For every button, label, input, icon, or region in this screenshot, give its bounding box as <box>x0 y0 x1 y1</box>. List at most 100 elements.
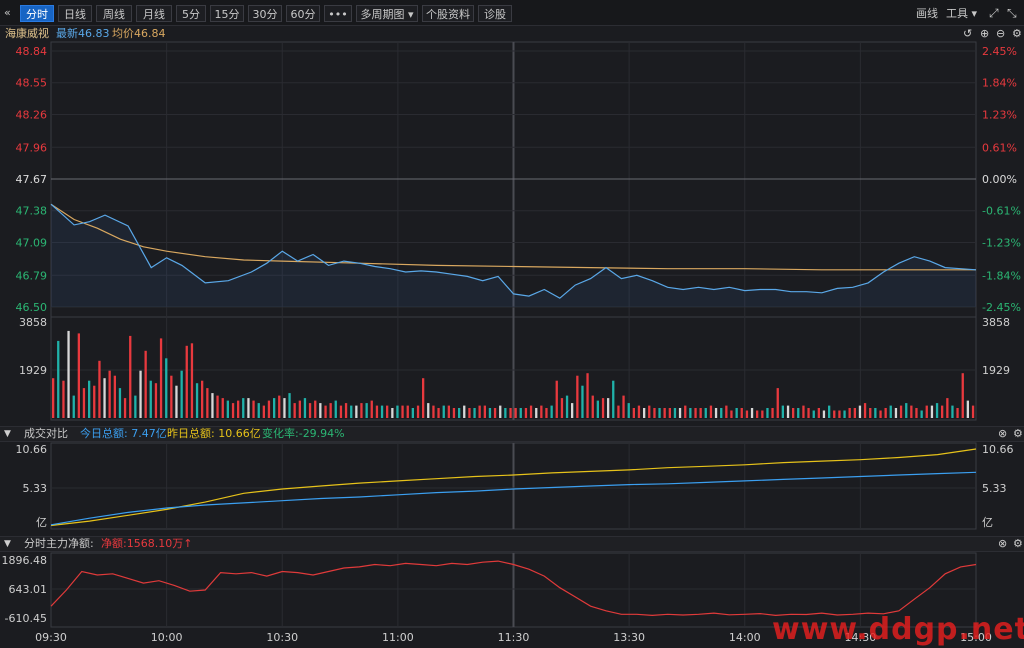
panel-settings-icon[interactable]: ⚙ <box>1013 537 1023 551</box>
tab-0[interactable]: 分时 <box>20 5 54 22</box>
collapse-panel-icon[interactable]: ▼ <box>4 427 11 441</box>
caret-down-icon: ▾ <box>971 7 978 20</box>
expand-icon[interactable]: ⤢ <box>989 5 999 22</box>
volume-bar <box>905 403 908 418</box>
today-total-value: 7.47亿 <box>131 427 167 440</box>
tab-2[interactable]: 周线 <box>96 5 132 22</box>
volume-bar <box>509 408 512 418</box>
collapse-panel-icon[interactable]: ▼ <box>4 537 11 551</box>
avg-price: 均价46.84 <box>112 26 166 42</box>
volume-bar <box>452 408 456 418</box>
volume-bar <box>190 343 194 418</box>
pane-frame <box>50 316 977 421</box>
volume-bar <box>401 405 404 418</box>
volume-bar <box>771 408 774 418</box>
volume-bar <box>869 408 872 418</box>
amount-tick-label: 亿 <box>36 516 47 529</box>
zoom-in-icon[interactable]: ⊕ <box>980 26 989 42</box>
tab-11[interactable]: 诊股 <box>478 5 512 22</box>
volume-bar <box>195 383 199 418</box>
volume-tick-label: 3858 <box>19 316 47 329</box>
volume-bar <box>159 338 163 418</box>
tab-4[interactable]: 5分 <box>176 5 206 22</box>
volume-bar <box>221 398 224 418</box>
tab-1[interactable]: 日线 <box>58 5 92 22</box>
pct-tick-label: 2.45% <box>982 45 1017 58</box>
volume-bar <box>745 410 749 418</box>
volume-bar <box>884 408 887 418</box>
volume-bar <box>863 403 867 418</box>
change-rate-value: -29.94% <box>298 427 345 440</box>
tab-6[interactable]: 30分 <box>248 5 282 22</box>
volume-bar <box>329 403 332 418</box>
volume-bar <box>257 403 260 418</box>
volume-bar <box>612 380 615 418</box>
quote-info-bar: 海康威视 最新46.83 均价46.84 ↺ ⊕ ⊖ ⚙ <box>0 26 1024 42</box>
volume-bar <box>437 408 440 418</box>
volume-bar <box>82 388 86 418</box>
tab-3[interactable]: 月线 <box>136 5 172 22</box>
volume-bar <box>386 405 389 418</box>
volume-bar <box>720 408 723 418</box>
volume-bar <box>668 408 671 418</box>
tab-7[interactable]: 60分 <box>286 5 320 22</box>
tab-9[interactable]: 多周期图 ▾ <box>356 5 418 22</box>
volume-bar <box>565 395 569 418</box>
close-panel-icon[interactable]: ⊗ <box>998 537 1007 551</box>
volume-bar <box>653 408 656 418</box>
volume-bar <box>817 408 820 418</box>
volume-bar <box>262 405 265 418</box>
volume-bar <box>776 388 779 418</box>
volume-bar <box>185 345 188 418</box>
volume-bar <box>324 405 327 418</box>
volume-bar <box>422 378 425 418</box>
volume-bar <box>802 405 805 418</box>
volume-bar <box>833 410 836 418</box>
volume-bar <box>72 395 75 418</box>
volume-bar <box>514 408 517 418</box>
restore-icon[interactable]: ⤡ <box>1007 5 1017 22</box>
change-rate-label: 变化率: <box>262 427 299 440</box>
watermark: www.ddgp.net <box>772 612 1024 647</box>
amount-tick-label: 10.66 <box>982 443 1014 456</box>
time-tick-label: 10:30 <box>266 631 298 644</box>
tab-10[interactable]: 个股资料 <box>422 5 474 22</box>
avg-label: 均价 <box>112 27 134 40</box>
tab-5[interactable]: 15分 <box>210 5 244 22</box>
volume-bar <box>67 330 70 418</box>
volume-bar <box>637 405 641 418</box>
volume-bar <box>853 408 856 418</box>
price-tick-label: 47.09 <box>16 236 48 249</box>
settings-icon[interactable]: ⚙ <box>1012 26 1022 42</box>
net-amount-label: 净额: <box>101 537 127 550</box>
tab-8[interactable]: ••• <box>324 5 352 22</box>
volume-bar <box>596 400 599 418</box>
volume-bar <box>365 403 368 418</box>
flow-tick-label: 1896.48 <box>2 554 48 567</box>
volume-bar <box>894 408 898 418</box>
volume-bar <box>242 398 245 418</box>
zoom-out-icon[interactable]: ⊖ <box>996 26 1005 42</box>
volume-bar <box>694 408 697 418</box>
yesterday-amount-line <box>50 448 977 527</box>
tools-menu[interactable]: 工具 ▾ <box>946 5 977 22</box>
volume-bar <box>478 405 481 418</box>
volume-bar <box>416 405 420 418</box>
panel-settings-icon[interactable]: ⚙ <box>1013 427 1023 441</box>
volume-bar <box>103 378 106 418</box>
yesterday-total-value: 10.66亿 <box>218 427 261 440</box>
volume-bar <box>828 405 831 418</box>
collapse-icon[interactable]: « <box>4 4 11 21</box>
volume-bar <box>98 360 101 418</box>
volume-bar <box>750 408 754 418</box>
undo-icon[interactable]: ↺ <box>963 26 972 42</box>
volume-bar <box>560 398 564 418</box>
amount-compare-bar: ▼ 成交对比 今日总额: 7.47亿 昨日总额: 10.66亿 变化率:-29.… <box>0 426 1024 442</box>
amount-tick-label: 亿 <box>982 516 993 529</box>
pct-tick-label: -1.84% <box>982 269 1021 282</box>
draw-line-button[interactable]: 画线 <box>916 5 938 22</box>
close-panel-icon[interactable]: ⊗ <box>998 427 1007 441</box>
volume-bar <box>555 380 558 418</box>
volume-bar <box>267 400 271 418</box>
avg-value: 46.84 <box>134 27 166 40</box>
